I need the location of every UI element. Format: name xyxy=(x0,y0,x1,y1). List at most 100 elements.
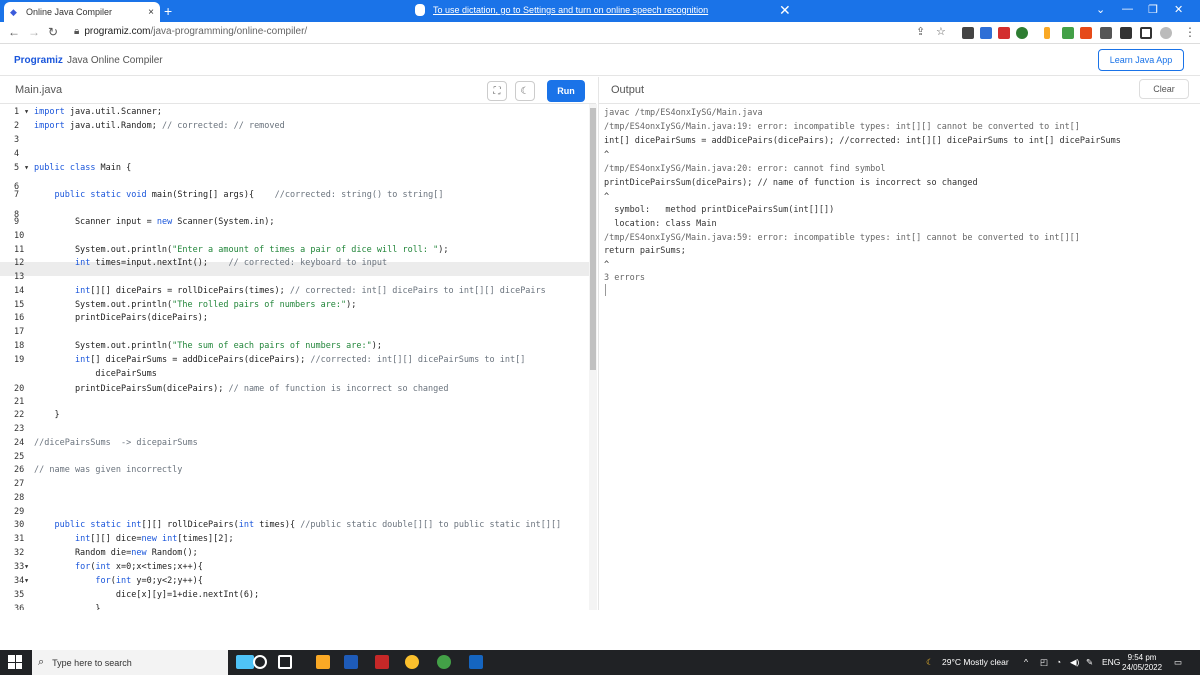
widgets-icon[interactable] xyxy=(236,655,254,669)
code-line[interactable]: int[][] dice=new int[times][2]; xyxy=(34,532,234,546)
dictation-close-button[interactable]: ✕ xyxy=(779,2,791,19)
output-line: int[] dicePairSums = addDicePairs(dicePa… xyxy=(604,136,1121,146)
code-line[interactable]: int times=input.nextInt(); // corrected:… xyxy=(34,256,387,270)
code-line[interactable]: printDicePairsSum(dicePairs); // name of… xyxy=(34,382,449,396)
code-line[interactable]: } xyxy=(34,602,100,610)
reload-icon[interactable]: ↻ xyxy=(48,25,58,39)
output-line: ^ xyxy=(604,260,610,270)
profile-avatar[interactable] xyxy=(1160,27,1172,39)
code-line[interactable]: for(int x=0;x<times;x++){ xyxy=(34,560,203,574)
code-line[interactable]: Random die=new Random(); xyxy=(34,546,198,560)
share-icon[interactable]: ⇪ xyxy=(916,25,925,38)
code-line[interactable]: //dicePairsSums -> dicepairSums xyxy=(34,436,198,450)
clear-button[interactable]: Clear xyxy=(1139,79,1189,99)
line-number: 3 xyxy=(14,135,20,145)
taskbar-search-box[interactable]: ⌕ Type here to search xyxy=(32,650,228,675)
line-number: 18 xyxy=(14,341,25,351)
code-line[interactable]: System.out.println("The rolled pairs of … xyxy=(34,298,356,312)
dictation-message[interactable]: To use dictation, go to Settings and tur… xyxy=(433,5,708,15)
weather-text[interactable]: 29°C Mostly clear xyxy=(942,657,1009,667)
fold-arrow-icon[interactable]: ▾ xyxy=(0,574,34,588)
editor-scrollbar[interactable] xyxy=(589,104,597,610)
code-editor[interactable]: 1 ▾ import java.util.Scanner; 2 import java.… xyxy=(0,104,596,610)
code-line[interactable]: public static int[][] rollDicePairs(int … xyxy=(34,518,561,532)
scrollbar-thumb[interactable] xyxy=(590,108,596,370)
code-line[interactable]: Scanner input = new Scanner(System.in); xyxy=(34,215,275,229)
browser-tab-strip: ◆ Online Java Compiler × + To use dictat… xyxy=(0,0,1200,22)
side-panel-icon[interactable] xyxy=(1140,27,1152,39)
extension-icon[interactable] xyxy=(1080,27,1092,39)
line-number: 24 xyxy=(14,438,25,448)
extension-icon[interactable] xyxy=(1016,27,1028,39)
code-line[interactable]: printDicePairs(dicePairs); xyxy=(34,311,208,325)
chrome-icon[interactable] xyxy=(437,655,451,669)
code-line[interactable]: for(int y=0;y<2;y++){ xyxy=(34,574,203,588)
file-explorer-icon[interactable] xyxy=(316,655,330,669)
extension-icon[interactable] xyxy=(1044,27,1050,39)
line-number: 36 xyxy=(14,604,25,610)
new-tab-button[interactable]: + xyxy=(164,3,172,19)
dark-mode-icon[interactable]: ☾ xyxy=(515,81,535,101)
volume-icon[interactable]: ◀) xyxy=(1070,657,1079,668)
url-field[interactable]: 🔒︎ programiz.com/java-programming/online-… xyxy=(74,26,307,37)
window-close-icon[interactable]: ✕ xyxy=(1174,3,1183,16)
clock[interactable]: 9:54 pm 24/05/2022 xyxy=(1122,653,1162,673)
line-number: 19 xyxy=(14,355,25,365)
extension-icon[interactable] xyxy=(1062,27,1074,39)
line-number: 27 xyxy=(14,479,25,489)
network-icon[interactable]: ◰ xyxy=(1040,657,1048,668)
extension-icon[interactable] xyxy=(962,27,974,39)
programiz-logo[interactable]: Programiz xyxy=(14,55,63,66)
bookmark-star-icon[interactable]: ☆ xyxy=(936,25,946,38)
extension-icon[interactable] xyxy=(1100,27,1112,39)
learn-java-app-button[interactable]: Learn Java App xyxy=(1098,49,1184,71)
fold-arrow-icon[interactable]: ▾ xyxy=(0,560,34,574)
fold-arrow-icon[interactable]: ▾ xyxy=(0,105,34,119)
dictation-banner: To use dictation, go to Settings and tur… xyxy=(415,4,708,16)
restore-icon[interactable]: ❐ xyxy=(1148,3,1158,16)
code-line[interactable]: int[] dicePairSums = addDicePairs(dicePa… xyxy=(34,353,525,367)
extension-icon[interactable] xyxy=(998,27,1010,39)
language-indicator[interactable]: ENG xyxy=(1102,657,1120,667)
editor-toolbar: Main.java ⛶ ☾ Run xyxy=(0,77,596,104)
output-panel[interactable]: javac /tmp/ES4onxIySG/Main.java/tmp/ES4o… xyxy=(598,104,1200,610)
extension-icon[interactable] xyxy=(980,27,992,39)
code-line[interactable]: public class Main { xyxy=(34,161,131,175)
code-line[interactable]: import java.util.Random; // corrected: /… xyxy=(34,119,285,133)
extensions-puzzle-icon[interactable] xyxy=(1120,27,1132,39)
cortana-icon[interactable] xyxy=(253,655,267,669)
code-line[interactable]: int[][] dicePairs = rollDicePairs(times)… xyxy=(34,284,546,298)
line-number: 35 xyxy=(14,590,25,600)
tab-search-icon[interactable]: ⌄ xyxy=(1096,3,1105,16)
tab-close-icon[interactable]: × xyxy=(148,7,154,18)
wifi-icon[interactable]: ◔ xyxy=(1056,657,1061,667)
fold-arrow-icon[interactable]: ▾ xyxy=(0,161,34,175)
pen-icon[interactable]: ✎ xyxy=(1086,657,1093,668)
task-view-icon[interactable] xyxy=(278,655,292,669)
windows-start-icon[interactable] xyxy=(8,655,22,669)
word-icon[interactable] xyxy=(344,655,358,669)
hidden-icons-chevron-icon[interactable]: ^ xyxy=(1024,657,1028,667)
code-line[interactable]: public static void main(String[] args){ … xyxy=(34,188,443,202)
code-line[interactable]: System.out.println("The sum of each pair… xyxy=(34,339,382,353)
code-line[interactable]: // name was given incorrectly xyxy=(34,463,182,477)
code-line[interactable]: dicePairSums xyxy=(34,367,156,381)
code-line[interactable]: } xyxy=(34,408,59,422)
line-number: 7 xyxy=(14,190,20,200)
vs-code-icon[interactable] xyxy=(469,655,483,669)
fullscreen-icon[interactable]: ⛶ xyxy=(487,81,507,101)
forward-icon[interactable]: → xyxy=(28,25,40,39)
run-button[interactable]: Run xyxy=(547,80,585,102)
file-name-tab[interactable]: Main.java xyxy=(15,84,62,96)
code-line[interactable]: import java.util.Scanner; xyxy=(34,105,162,119)
notifications-icon[interactable]: ▭ xyxy=(1174,657,1182,668)
code-line[interactable]: dice[x][y]=1+die.nextInt(6); xyxy=(34,588,259,602)
acrobat-icon[interactable] xyxy=(375,655,389,669)
minimize-icon[interactable]: — xyxy=(1122,3,1133,15)
chrome-icon[interactable] xyxy=(405,655,419,669)
browser-tab[interactable]: ◆ Online Java Compiler × xyxy=(4,2,160,22)
output-line: /tmp/ES4onxIySG/Main.java:20: error: can… xyxy=(604,164,886,174)
code-line[interactable]: System.out.println("Enter a amount of ti… xyxy=(34,243,449,257)
browser-menu-icon[interactable]: ⋮ xyxy=(1184,25,1196,39)
back-icon[interactable]: ← xyxy=(8,25,20,39)
